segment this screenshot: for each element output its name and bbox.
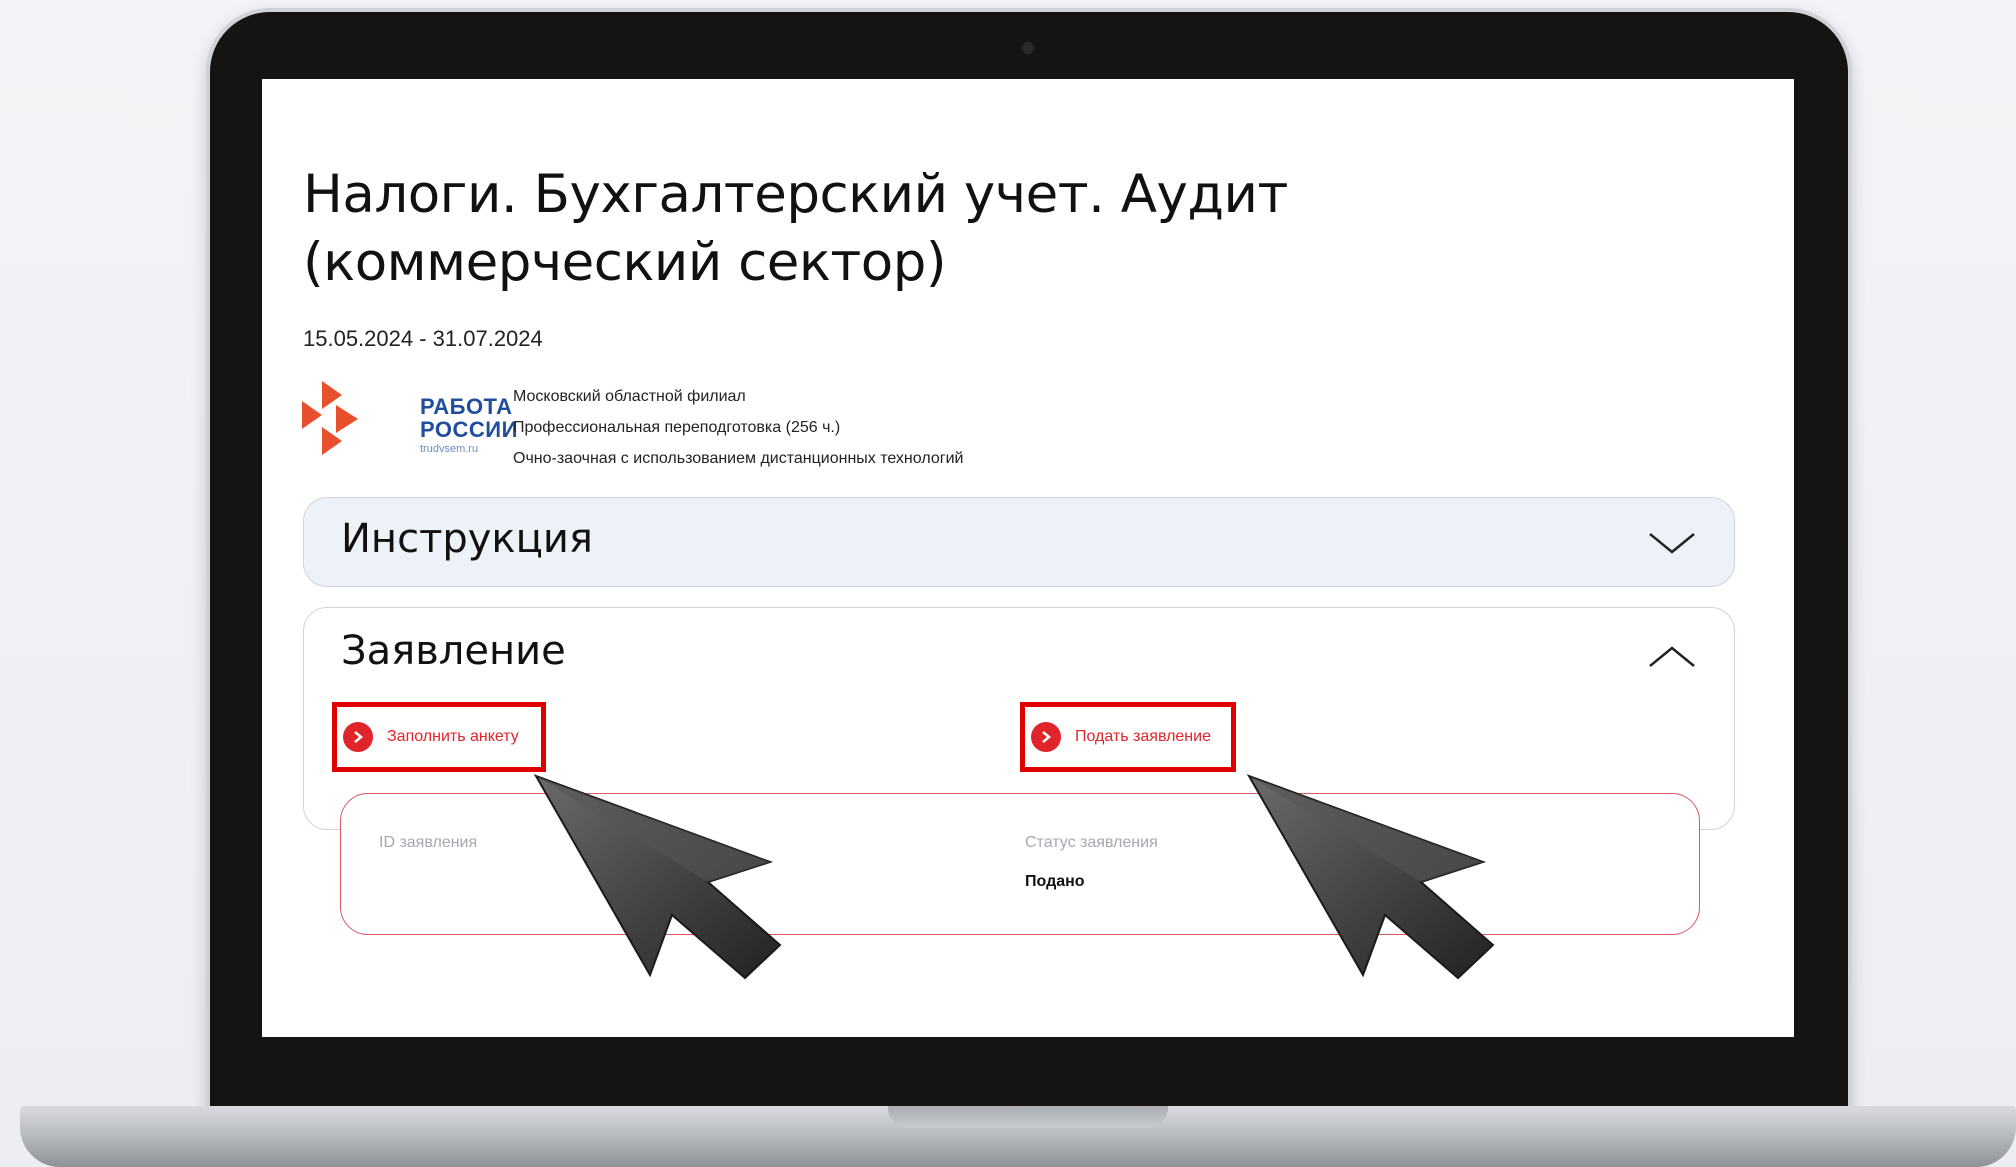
submit-application-label: Подать заявление <box>1075 728 1211 745</box>
chevron-down-icon[interactable] <box>1648 530 1696 556</box>
meta-format: Очно-заочная с использованием дистанцион… <box>513 450 964 467</box>
course-dates: 15.05.2024 - 31.07.2024 <box>303 326 543 351</box>
accordion-application-label: Заявление <box>341 628 566 674</box>
chevron-up-icon[interactable] <box>1648 644 1696 670</box>
submit-application-button[interactable]: Подать заявление <box>1020 702 1236 772</box>
logo-domain: trudvsem.ru <box>420 443 479 455</box>
laptop-base-notch <box>888 1106 1168 1128</box>
application-status-card: ID заявления Статус заявления Подано <box>340 793 1700 935</box>
meta-program: Профессиональная переподготовка (256 ч.) <box>513 419 841 436</box>
screen: Налоги. Бухгалтерский учет. Аудит (комме… <box>262 79 1794 1037</box>
meta-branch: Московский областной филиал <box>513 388 746 405</box>
logo-text-line2: РОССИИ <box>420 417 518 442</box>
fill-form-label: Заполнить анкету <box>387 728 519 745</box>
page-title: Налоги. Бухгалтерский учет. Аудит (комме… <box>303 164 1288 293</box>
accordion-instruction[interactable]: Инструкция <box>303 497 1735 587</box>
arrow-right-circle-icon <box>343 722 373 752</box>
application-status-label: Статус заявления <box>1025 834 1158 851</box>
camera-icon <box>1022 42 1034 54</box>
application-id-label: ID заявления <box>379 834 478 851</box>
course-meta: Московский областной филиал Профессионал… <box>513 381 963 474</box>
rabota-rossii-logo: РАБОТА РОССИИ trudvsem.ru <box>302 379 517 459</box>
application-status-value: Подано <box>1025 873 1085 890</box>
arrow-right-circle-icon <box>1031 722 1061 752</box>
fill-form-button[interactable]: Заполнить анкету <box>332 702 546 772</box>
logo-arrows-icon <box>302 381 358 455</box>
accordion-instruction-label: Инструкция <box>341 516 593 562</box>
